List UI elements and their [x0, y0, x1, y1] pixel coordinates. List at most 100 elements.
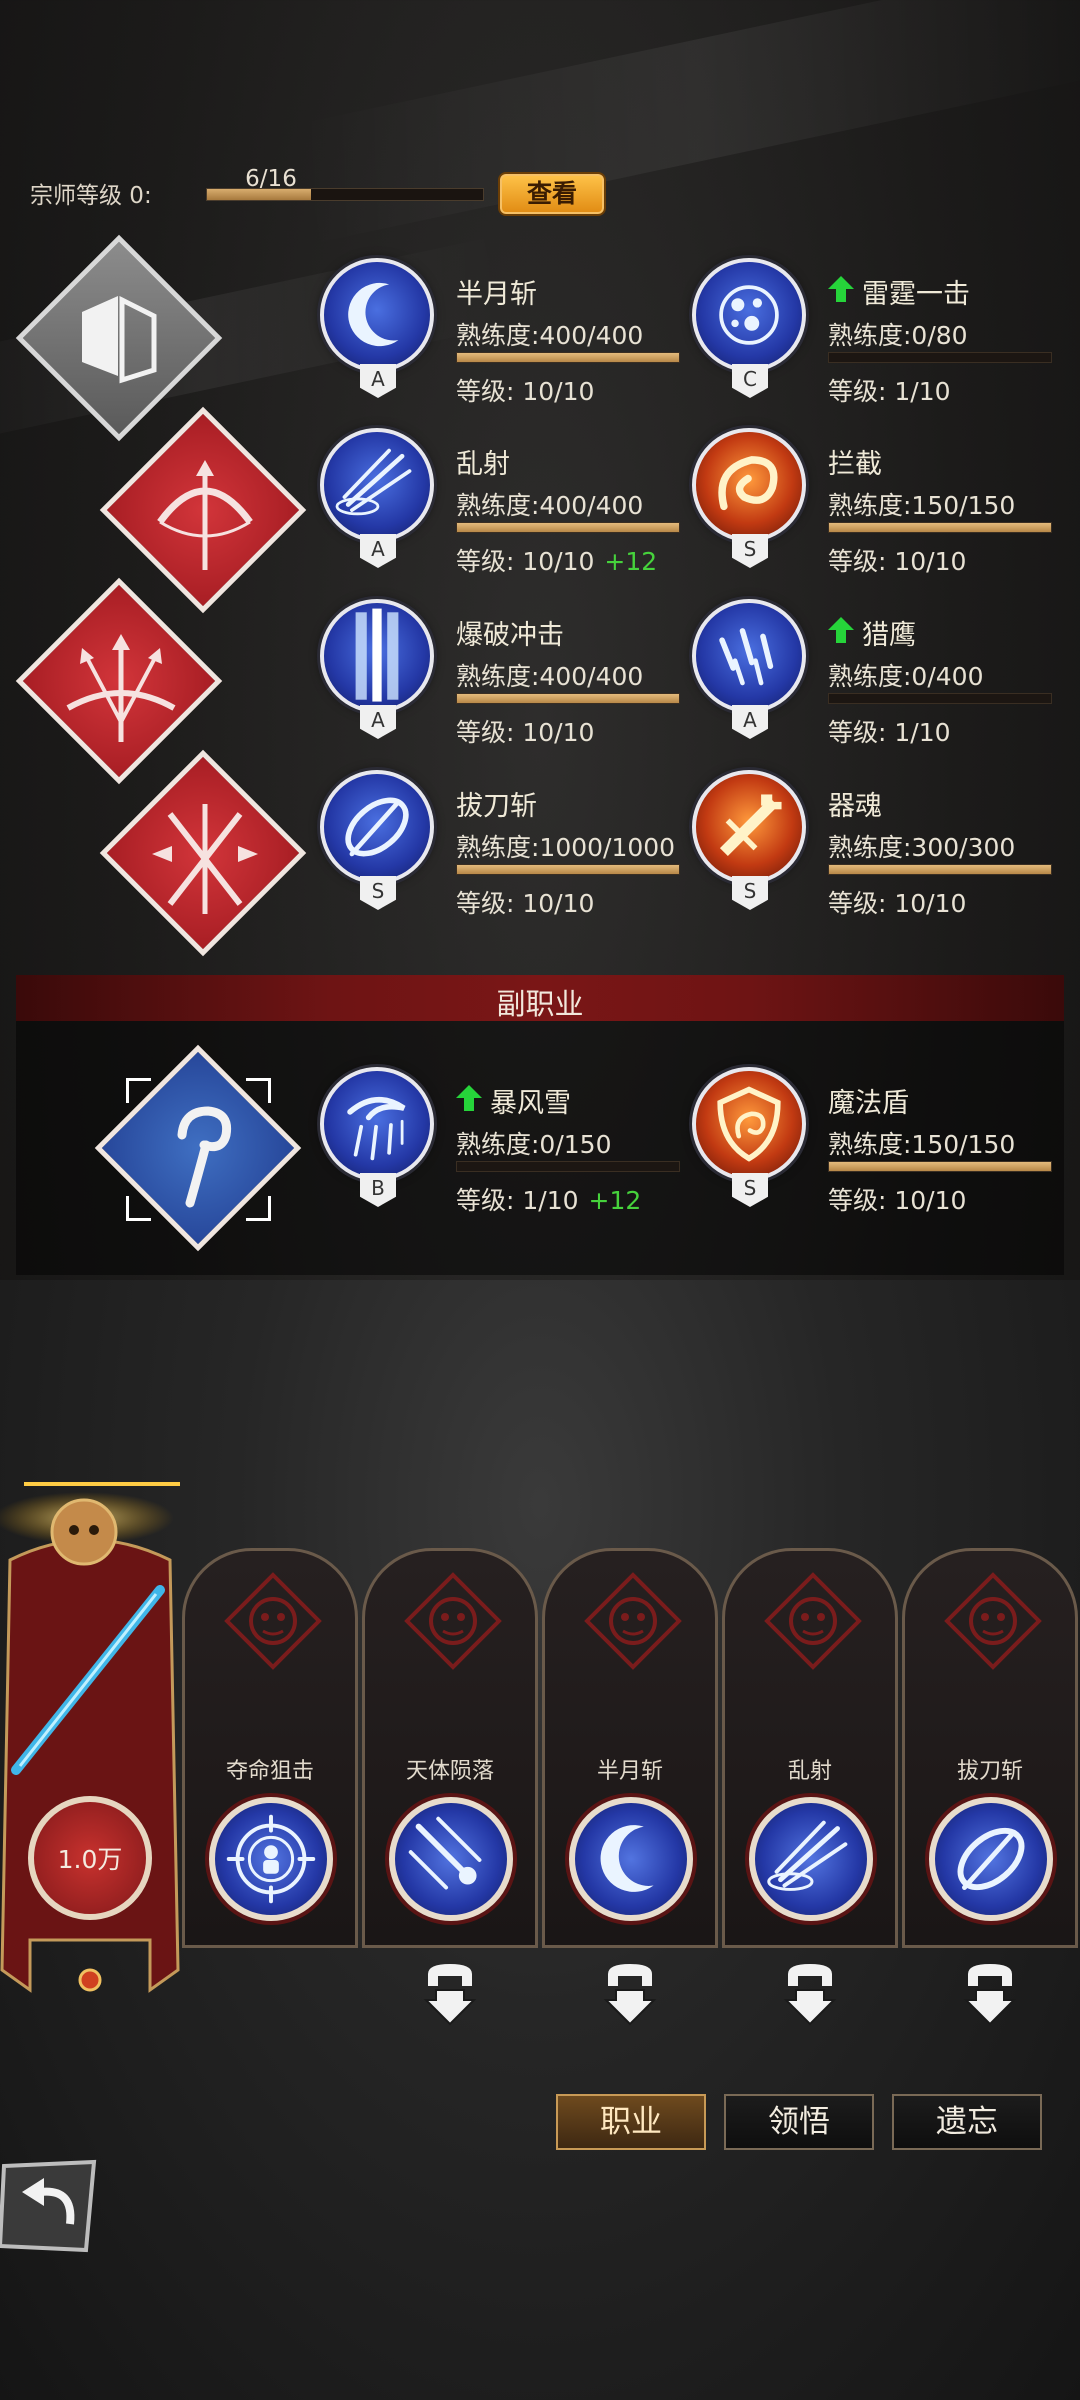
unequip-arrow-icon[interactable]: [960, 1960, 1020, 2026]
card-skill-orb[interactable]: [569, 1797, 693, 1921]
card-skill-name: 夺命狙击: [225, 1759, 314, 1784]
skill-orb[interactable]: [692, 599, 806, 713]
sub-class-title: 副职业: [496, 987, 584, 1021]
tab-comprehend[interactable]: 领悟: [724, 2094, 874, 2150]
falcon-feathers-icon: [719, 628, 774, 686]
proficiency-fill: [829, 865, 1051, 874]
crescent-moon-icon: [600, 1825, 654, 1892]
skill-name: 暴风雪: [490, 1088, 571, 1119]
skill-proficiency: 熟练度:400/400: [456, 321, 644, 350]
skill-proficiency: 熟练度:400/400: [456, 491, 644, 520]
upgrade-arrow-icon: [828, 276, 854, 302]
view-button[interactable]: 查看: [498, 172, 606, 216]
monkey-emblem-icon: [584, 1572, 682, 1670]
monkey-emblem-icon: [404, 1572, 502, 1670]
skill-level-row: 等级: 1/10: [828, 372, 951, 408]
skill-level: 等级: 1/10: [456, 1186, 579, 1215]
skill-orb[interactable]: [320, 599, 434, 713]
equipped-skill-card[interactable]: 乱射: [722, 1548, 898, 1948]
thunder-orb-icon: [719, 285, 779, 345]
skill-grade-badge: S: [732, 876, 768, 910]
skill-entry[interactable]: S 拔刀斩 熟练度:1000/1000 等级: 10/10: [320, 770, 680, 930]
skill-orb[interactable]: [692, 1067, 806, 1181]
proficiency-fill: [829, 523, 1051, 532]
proficiency-bar: [828, 352, 1052, 363]
card-skill-name: 天体陨落: [405, 1759, 494, 1784]
card-skill-orb[interactable]: [929, 1797, 1053, 1921]
skill-grade-badge: S: [732, 534, 768, 568]
skill-proficiency: 熟练度:150/150: [828, 491, 1016, 520]
skill-level-row: 等级: 10/10: [828, 542, 966, 578]
card-skill-orb[interactable]: [209, 1797, 333, 1921]
skill-orb[interactable]: [320, 258, 434, 372]
proficiency-bar: [828, 522, 1052, 533]
proficiency-fill: [457, 694, 679, 703]
skill-entry[interactable]: A 爆破冲击 熟练度:400/400 等级: 10/10: [320, 599, 680, 759]
skill-entry[interactable]: S 器魂 熟练度:300/300 等级: 10/10: [692, 770, 1052, 930]
blade-ring-icon: [345, 797, 409, 857]
back-arrow-icon[interactable]: [0, 2158, 98, 2254]
skill-level-row: 等级: 10/10: [828, 1181, 966, 1217]
skill-level-row: 等级: 10/10: [828, 884, 966, 920]
skill-level-row: 等级: 10/10: [456, 372, 594, 408]
skill-level: 等级: 1/10: [828, 718, 951, 747]
unequip-arrow-icon[interactable]: [600, 1960, 660, 2026]
equipped-skill-card[interactable]: 半月斩: [542, 1548, 718, 1948]
skill-name: 猎鹰: [862, 620, 916, 651]
skill-proficiency: 熟练度:0/400: [828, 662, 984, 691]
card-skill-orb[interactable]: [389, 1797, 513, 1921]
staff-icon: [177, 1106, 232, 1208]
proficiency-fill: [829, 1162, 1051, 1171]
unequip-arrow-icon[interactable]: [420, 1960, 480, 2026]
proficiency-bar: [456, 693, 680, 704]
hero-portrait-card[interactable]: [0, 1470, 184, 2010]
equipped-skill-card[interactable]: 拔刀斩: [902, 1548, 1078, 1948]
skill-entry[interactable]: A 半月斩 熟练度:400/400 等级: 10/10: [320, 258, 680, 418]
meteor-fall-icon: [408, 1816, 482, 1890]
skill-level: 等级: 10/10: [828, 547, 967, 576]
proficiency-bar: [828, 864, 1052, 875]
tab-forget[interactable]: 遗忘: [892, 2094, 1042, 2150]
equipped-skill-card[interactable]: 夺命狙击: [182, 1548, 358, 1948]
skill-orb[interactable]: [320, 1067, 434, 1181]
skill-grade-badge: A: [732, 705, 768, 739]
skill-orb[interactable]: [692, 770, 806, 884]
card-skill-name: 拔刀斩: [956, 1759, 1023, 1784]
unequip-arrow-icon[interactable]: [780, 1960, 840, 2026]
skill-name: 器魂: [828, 791, 882, 822]
hero-power-value: 1.0万: [57, 1845, 123, 1874]
skill-entry[interactable]: B 暴风雪 熟练度:0/150 等级: 1/10 +12: [320, 1067, 680, 1227]
monkey-king-face-icon: [50, 1498, 118, 1566]
equipped-skill-card[interactable]: 天体陨落: [362, 1548, 538, 1948]
skill-name: 爆破冲击: [456, 620, 564, 651]
skill-entry[interactable]: S 魔法盾 熟练度:150/150 等级: 10/10: [692, 1067, 1052, 1227]
crossbow-icon: [66, 634, 176, 742]
skill-entry[interactable]: A 乱射 熟练度:400/400 等级: 10/10 +12: [320, 428, 680, 588]
skill-entry[interactable]: C 雷霆一击熟练度:0/80 等级: 1/10: [692, 258, 1052, 418]
skill-level-row: 等级: 10/10: [456, 884, 594, 920]
level-bonus: +12: [604, 547, 658, 576]
skill-name: 雷霆一击: [862, 279, 970, 310]
arrow-burst-icon: [767, 1820, 848, 1891]
skill-orb[interactable]: [692, 258, 806, 372]
tab-class[interactable]: 职业: [556, 2094, 706, 2150]
skill-grade-badge: C: [732, 364, 768, 398]
skill-level: 等级: 10/10: [456, 889, 595, 918]
skill-entry[interactable]: S 拦截 熟练度:150/150 等级: 10/10: [692, 428, 1052, 588]
skill-proficiency: 熟练度:1000/1000: [456, 833, 676, 862]
skill-orb[interactable]: [692, 428, 806, 542]
card-skill-orb[interactable]: [749, 1797, 873, 1921]
blizzard-icon: [347, 1097, 406, 1161]
skill-proficiency: 熟练度:0/80: [828, 321, 968, 350]
skill-grade-badge: A: [360, 705, 396, 739]
skill-level-row: 等级: 10/10: [456, 713, 594, 749]
sword-soul-icon: [719, 794, 782, 857]
master-level-label: 宗师等级 0:: [30, 183, 152, 209]
proficiency-fill: [457, 523, 679, 532]
card-skill-name: 乱射: [787, 1759, 832, 1784]
skill-orb[interactable]: [320, 428, 434, 542]
skill-name: 半月斩: [456, 279, 537, 310]
skill-grade-badge: B: [360, 1173, 396, 1207]
skill-orb[interactable]: [320, 770, 434, 884]
skill-entry[interactable]: A 猎鹰熟练度:0/400 等级: 1/10: [692, 599, 1052, 759]
